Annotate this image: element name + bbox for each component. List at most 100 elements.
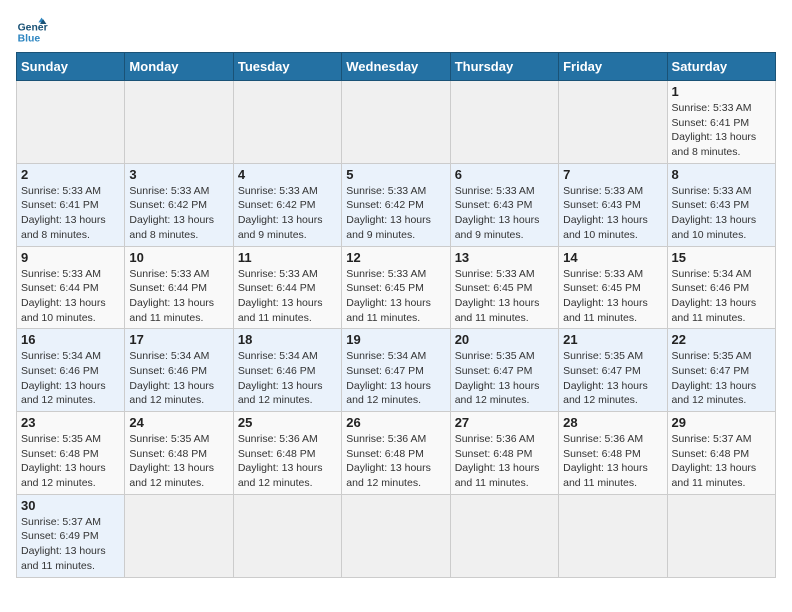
day-info: Sunrise: 5:35 AM Sunset: 6:48 PM Dayligh… <box>129 432 228 491</box>
calendar-cell <box>450 494 558 577</box>
day-info: Sunrise: 5:33 AM Sunset: 6:45 PM Dayligh… <box>346 267 445 326</box>
day-number: 2 <box>21 167 120 182</box>
day-number: 17 <box>129 332 228 347</box>
calendar-week-6: 30 Sunrise: 5:37 AM Sunset: 6:49 PM Dayli… <box>17 494 776 577</box>
day-number: 13 <box>455 250 554 265</box>
day-info: Sunrise: 5:33 AM Sunset: 6:43 PM Dayligh… <box>455 184 554 243</box>
day-info: Sunrise: 5:36 AM Sunset: 6:48 PM Dayligh… <box>238 432 337 491</box>
day-number: 12 <box>346 250 445 265</box>
day-number: 29 <box>672 415 771 430</box>
calendar-cell: 13 Sunrise: 5:33 AM Sunset: 6:45 PM Dayli… <box>450 246 558 329</box>
logo: General Blue <box>16 16 52 48</box>
calendar-cell: 10 Sunrise: 5:33 AM Sunset: 6:44 PM Dayli… <box>125 246 233 329</box>
day-info: Sunrise: 5:35 AM Sunset: 6:47 PM Dayligh… <box>455 349 554 408</box>
day-number: 6 <box>455 167 554 182</box>
weekday-header-saturday: Saturday <box>667 53 775 81</box>
calendar-cell: 9 Sunrise: 5:33 AM Sunset: 6:44 PM Daylig… <box>17 246 125 329</box>
day-number: 27 <box>455 415 554 430</box>
day-info: Sunrise: 5:37 AM Sunset: 6:48 PM Dayligh… <box>672 432 771 491</box>
calendar-cell: 26 Sunrise: 5:36 AM Sunset: 6:48 PM Dayli… <box>342 412 450 495</box>
day-number: 9 <box>21 250 120 265</box>
calendar-cell: 16Sunrise: 5:34 AM Sunset: 6:46 PM Dayli… <box>17 329 125 412</box>
calendar-cell: 2Sunrise: 5:33 AM Sunset: 6:41 PM Daylig… <box>17 163 125 246</box>
day-number: 18 <box>238 332 337 347</box>
calendar-cell: 24 Sunrise: 5:35 AM Sunset: 6:48 PM Dayli… <box>125 412 233 495</box>
day-number: 1 <box>672 84 771 99</box>
calendar-cell: 5Sunrise: 5:33 AM Sunset: 6:42 PM Daylig… <box>342 163 450 246</box>
calendar-cell <box>17 81 125 164</box>
day-info: Sunrise: 5:34 AM Sunset: 6:46 PM Dayligh… <box>129 349 228 408</box>
day-number: 24 <box>129 415 228 430</box>
day-info: Sunrise: 5:37 AM Sunset: 6:49 PM Dayligh… <box>21 515 120 574</box>
weekday-header-tuesday: Tuesday <box>233 53 341 81</box>
calendar-cell: 4 Sunrise: 5:33 AM Sunset: 6:42 PM Daylig… <box>233 163 341 246</box>
calendar-cell: 25 Sunrise: 5:36 AM Sunset: 6:48 PM Dayli… <box>233 412 341 495</box>
day-number: 19 <box>346 332 445 347</box>
day-info: Sunrise: 5:36 AM Sunset: 6:48 PM Dayligh… <box>455 432 554 491</box>
day-number: 26 <box>346 415 445 430</box>
day-number: 3 <box>129 167 228 182</box>
weekday-header-wednesday: Wednesday <box>342 53 450 81</box>
calendar-cell: 28Sunrise: 5:36 AM Sunset: 6:48 PM Dayli… <box>559 412 667 495</box>
calendar-cell: 8Sunrise: 5:33 AM Sunset: 6:43 PM Daylig… <box>667 163 775 246</box>
day-info: Sunrise: 5:33 AM Sunset: 6:45 PM Dayligh… <box>563 267 662 326</box>
day-info: Sunrise: 5:35 AM Sunset: 6:47 PM Dayligh… <box>672 349 771 408</box>
day-number: 16 <box>21 332 120 347</box>
day-info: Sunrise: 5:33 AM Sunset: 6:44 PM Dayligh… <box>238 267 337 326</box>
day-info: Sunrise: 5:33 AM Sunset: 6:45 PM Dayligh… <box>455 267 554 326</box>
day-number: 10 <box>129 250 228 265</box>
day-info: Sunrise: 5:33 AM Sunset: 6:43 PM Dayligh… <box>672 184 771 243</box>
day-number: 11 <box>238 250 337 265</box>
calendar-cell: 21Sunrise: 5:35 AM Sunset: 6:47 PM Dayli… <box>559 329 667 412</box>
day-number: 15 <box>672 250 771 265</box>
day-info: Sunrise: 5:33 AM Sunset: 6:44 PM Dayligh… <box>21 267 120 326</box>
day-info: Sunrise: 5:33 AM Sunset: 6:42 PM Dayligh… <box>238 184 337 243</box>
calendar-cell: 3Sunrise: 5:33 AM Sunset: 6:42 PM Daylig… <box>125 163 233 246</box>
day-info: Sunrise: 5:33 AM Sunset: 6:42 PM Dayligh… <box>346 184 445 243</box>
calendar-cell <box>559 81 667 164</box>
calendar-cell: 11 Sunrise: 5:33 AM Sunset: 6:44 PM Dayli… <box>233 246 341 329</box>
day-info: Sunrise: 5:33 AM Sunset: 6:44 PM Dayligh… <box>129 267 228 326</box>
calendar-cell <box>559 494 667 577</box>
calendar-cell: 27 Sunrise: 5:36 AM Sunset: 6:48 PM Dayli… <box>450 412 558 495</box>
calendar-cell <box>450 81 558 164</box>
day-number: 4 <box>238 167 337 182</box>
calendar-cell: 1Sunrise: 5:33 AM Sunset: 6:41 PM Daylig… <box>667 81 775 164</box>
day-number: 21 <box>563 332 662 347</box>
calendar-cell: 7 Sunrise: 5:33 AM Sunset: 6:43 PM Daylig… <box>559 163 667 246</box>
day-number: 30 <box>21 498 120 513</box>
calendar-cell: 17 Sunrise: 5:34 AM Sunset: 6:46 PM Dayli… <box>125 329 233 412</box>
weekday-header-friday: Friday <box>559 53 667 81</box>
calendar-body: 1Sunrise: 5:33 AM Sunset: 6:41 PM Daylig… <box>17 81 776 578</box>
calendar-cell: 20 Sunrise: 5:35 AM Sunset: 6:47 PM Dayli… <box>450 329 558 412</box>
calendar-cell: 19 Sunrise: 5:34 AM Sunset: 6:47 PM Dayli… <box>342 329 450 412</box>
day-info: Sunrise: 5:36 AM Sunset: 6:48 PM Dayligh… <box>346 432 445 491</box>
day-number: 23 <box>21 415 120 430</box>
weekday-header-thursday: Thursday <box>450 53 558 81</box>
calendar-cell <box>342 81 450 164</box>
calendar-cell <box>233 81 341 164</box>
day-info: Sunrise: 5:33 AM Sunset: 6:43 PM Dayligh… <box>563 184 662 243</box>
day-number: 7 <box>563 167 662 182</box>
day-info: Sunrise: 5:35 AM Sunset: 6:48 PM Dayligh… <box>21 432 120 491</box>
day-number: 28 <box>563 415 662 430</box>
calendar-cell: 29 Sunrise: 5:37 AM Sunset: 6:48 PM Dayli… <box>667 412 775 495</box>
calendar-week-5: 23 Sunrise: 5:35 AM Sunset: 6:48 PM Dayli… <box>17 412 776 495</box>
day-number: 22 <box>672 332 771 347</box>
day-info: Sunrise: 5:34 AM Sunset: 6:46 PM Dayligh… <box>238 349 337 408</box>
calendar-week-3: 9 Sunrise: 5:33 AM Sunset: 6:44 PM Daylig… <box>17 246 776 329</box>
calendar-cell: 12 Sunrise: 5:33 AM Sunset: 6:45 PM Dayli… <box>342 246 450 329</box>
day-info: Sunrise: 5:34 AM Sunset: 6:47 PM Dayligh… <box>346 349 445 408</box>
svg-text:General: General <box>18 22 48 33</box>
calendar-cell: 14 Sunrise: 5:33 AM Sunset: 6:45 PM Dayli… <box>559 246 667 329</box>
calendar-week-2: 2Sunrise: 5:33 AM Sunset: 6:41 PM Daylig… <box>17 163 776 246</box>
day-number: 14 <box>563 250 662 265</box>
calendar-cell: 6 Sunrise: 5:33 AM Sunset: 6:43 PM Daylig… <box>450 163 558 246</box>
calendar-table: SundayMondayTuesdayWednesdayThursdayFrid… <box>16 52 776 578</box>
calendar-cell: 23 Sunrise: 5:35 AM Sunset: 6:48 PM Dayli… <box>17 412 125 495</box>
calendar-cell: 30 Sunrise: 5:37 AM Sunset: 6:49 PM Dayli… <box>17 494 125 577</box>
day-number: 20 <box>455 332 554 347</box>
calendar-week-4: 16 Sunrise: 5:34 AM Sunset: 6:46 PM Dayli… <box>17 329 776 412</box>
weekday-header-row: SundayMondayTuesdayWednesdayThursdayFrid… <box>17 53 776 81</box>
day-number: 25 <box>238 415 337 430</box>
